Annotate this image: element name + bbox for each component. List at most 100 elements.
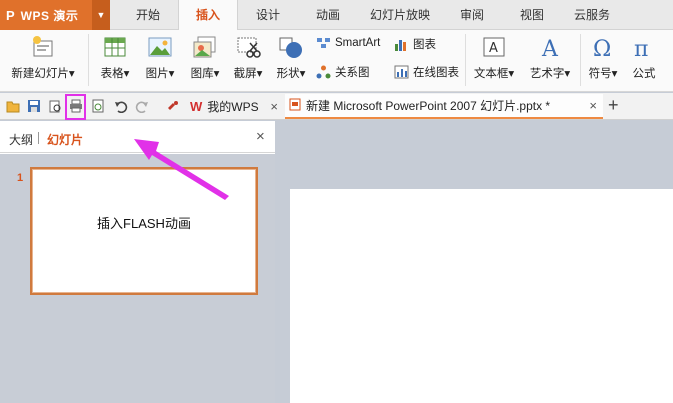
app-menu-dropdown-icon[interactable]: ▼ — [92, 0, 110, 30]
gallery-dropdown-icon: ▾ — [213, 68, 220, 80]
gallery-label: 图库 — [190, 68, 214, 80]
app-name: WPS 演示 — [20, 8, 79, 23]
doc-tab-label: 我的WPS — [207, 100, 259, 114]
tab-animation[interactable]: 动画 — [298, 0, 358, 30]
gallery-icon — [192, 35, 218, 59]
open-folder-icon[interactable] — [6, 99, 20, 113]
undo-icon[interactable] — [114, 99, 128, 114]
ppt-file-icon — [289, 98, 301, 114]
chart-icon — [394, 37, 409, 51]
print-preview-icon[interactable] — [48, 99, 62, 113]
relation-label: 关系图 — [335, 67, 370, 79]
wordart-button[interactable]: A 艺术字▾ — [525, 30, 575, 81]
new-slide-dropdown-icon: ▾ — [68, 68, 75, 80]
slide-thumbnail-text: 插入FLASH动画 — [97, 216, 191, 231]
slides-panel: 大纲 幻灯片 × 1 插入FLASH动画 — [0, 121, 275, 403]
smartart-icon — [316, 36, 331, 50]
formula-label: 公式 — [632, 68, 656, 80]
omega-icon: Ω — [590, 35, 616, 62]
tab-divider — [38, 132, 39, 144]
slide-number: 1 — [17, 172, 24, 184]
slide-editing-area — [276, 121, 673, 403]
wordart-label: 艺术字 — [529, 68, 565, 80]
doc-tab-my-wps[interactable]: W 我的WPS × — [184, 94, 284, 119]
svg-text:A: A — [541, 37, 559, 59]
table-label: 表格 — [100, 68, 124, 80]
doc-tab-presentation[interactable]: 新建 Microsoft PowerPoint 2007 幻灯片.pptx * … — [285, 94, 603, 119]
close-panel-icon[interactable]: × — [256, 128, 265, 145]
screenshot-button[interactable]: 截屏▾ — [228, 30, 268, 81]
new-slide-icon — [30, 35, 56, 59]
image-label: 图片 — [145, 68, 169, 80]
menu-tabs: 开始 插入 设计 动画 幻灯片放映 审阅 视图 云服务 — [118, 0, 622, 31]
slide-canvas[interactable] — [290, 189, 673, 403]
wordart-dropdown-icon: ▾ — [564, 68, 571, 80]
ribbon-separator — [88, 34, 89, 86]
textbox-button[interactable]: A 文本框▾ — [470, 30, 518, 81]
tab-review[interactable]: 审阅 — [442, 0, 502, 30]
relation-chart-button[interactable]: 关系图 — [316, 64, 370, 80]
doc-tab-label: 新建 Microsoft PowerPoint 2007 幻灯片.pptx * — [306, 99, 551, 113]
wps-app-button[interactable]: P WPS 演示 ▼ — [0, 0, 110, 30]
svg-text:A: A — [489, 41, 498, 56]
ribbon-insert: 新建幻灯片▾ 表格▾ 图片▾ 图库▾ 截屏▾ 形状▾ SmartArt 图表 关… — [0, 30, 673, 92]
chart-label: 图表 — [413, 39, 436, 51]
pi-icon: π — [631, 35, 657, 62]
shape-label: 形状 — [276, 68, 300, 80]
textbox-icon: A — [481, 35, 507, 59]
tab-cloud[interactable]: 云服务 — [562, 0, 622, 30]
shape-button[interactable]: 形状▾ — [271, 30, 311, 81]
online-chart-button[interactable]: 在线图表 — [394, 64, 459, 80]
new-slide-button[interactable]: 新建幻灯片▾ — [8, 30, 78, 81]
image-dropdown-icon: ▾ — [168, 68, 175, 80]
shape-dropdown-icon: ▾ — [299, 68, 306, 80]
close-tab-icon[interactable]: × — [589, 98, 597, 113]
menu-bar: P WPS 演示 ▼ 开始 插入 设计 动画 幻灯片放映 审阅 视图 云服务 — [0, 0, 673, 31]
svg-text:π: π — [634, 37, 648, 59]
smartart-label: SmartArt — [335, 37, 381, 49]
tab-design[interactable]: 设计 — [238, 0, 298, 30]
textbox-dropdown-icon: ▾ — [508, 68, 515, 80]
redo-icon[interactable] — [135, 99, 149, 114]
ribbon-separator — [580, 34, 581, 86]
table-button[interactable]: 表格▾ — [96, 30, 134, 81]
symbol-dropdown-icon: ▾ — [611, 68, 618, 80]
slide-thumbnail-list: 1 插入FLASH动画 — [0, 154, 275, 403]
new-tab-button[interactable]: + — [608, 95, 619, 116]
ribbon-separator — [465, 34, 466, 86]
image-button[interactable]: 图片▾ — [140, 30, 180, 81]
tab-outline[interactable]: 大纲 — [9, 131, 33, 148]
wps-w-icon: W — [190, 99, 203, 114]
tab-slideshow[interactable]: 幻灯片放映 — [358, 0, 442, 30]
svg-text:Ω: Ω — [593, 37, 611, 59]
tab-slides[interactable]: 幻灯片 — [47, 131, 83, 148]
highlight-box — [65, 94, 86, 120]
chart-button[interactable]: 图表 — [394, 36, 436, 52]
slide-thumbnail[interactable]: 插入FLASH动画 — [30, 167, 258, 295]
save-icon[interactable] — [27, 99, 41, 113]
screenshot-dropdown-icon: ▾ — [256, 68, 263, 80]
tab-insert[interactable]: 插入 — [178, 0, 238, 31]
customize-toolbar-icon[interactable] — [166, 99, 180, 113]
online-chart-icon — [394, 65, 409, 79]
symbol-label: 符号 — [588, 68, 612, 80]
textbox-label: 文本框 — [473, 68, 509, 80]
image-icon — [147, 35, 173, 59]
new-slide-label: 新建幻灯片 — [11, 68, 69, 80]
gallery-button[interactable]: 图库▾ — [184, 30, 226, 81]
shape-icon — [278, 35, 304, 59]
quick-access-toolbar: W 我的WPS × 新建 Microsoft PowerPoint 2007 幻… — [0, 93, 673, 120]
relation-icon — [316, 65, 331, 79]
online-chart-label: 在线图表 — [413, 67, 459, 79]
scissors-icon — [235, 35, 261, 59]
symbol-button[interactable]: Ω 符号▾ — [583, 30, 623, 81]
tab-view[interactable]: 视图 — [502, 0, 562, 30]
formula-button[interactable]: π 公式 — [627, 30, 661, 81]
table-icon — [102, 35, 128, 59]
close-tab-icon[interactable]: × — [270, 99, 278, 114]
smartart-button[interactable]: SmartArt — [316, 36, 380, 50]
wordart-icon: A — [537, 35, 563, 62]
export-pdf-icon[interactable] — [91, 99, 105, 113]
screenshot-label: 截屏 — [233, 68, 257, 80]
tab-home[interactable]: 开始 — [118, 0, 178, 30]
